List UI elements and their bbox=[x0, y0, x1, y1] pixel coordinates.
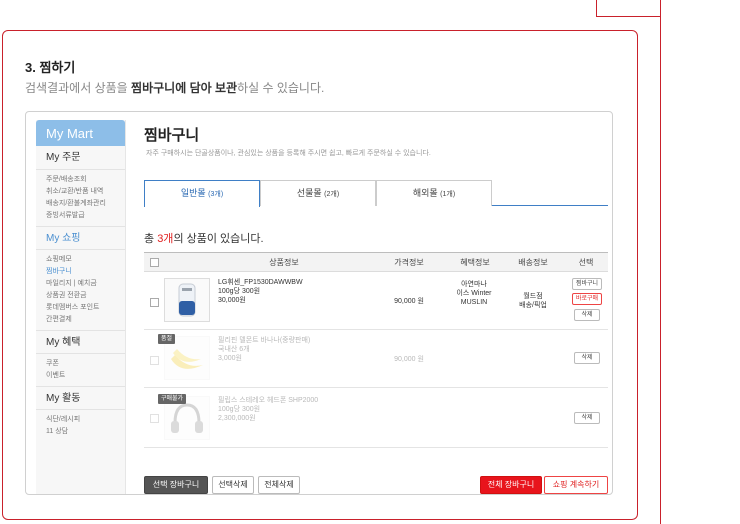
desc-bold: 찜바구니에 담아 보관 bbox=[131, 81, 238, 95]
sidebar-item[interactable]: 배송지/환불계좌관리 bbox=[46, 198, 125, 210]
product-origin: 국내산 6개 bbox=[218, 346, 250, 353]
header-product: 상품정보 bbox=[269, 258, 299, 267]
sidebar-section-activity[interactable]: My 활동 bbox=[36, 386, 125, 410]
total-text: 총 bbox=[144, 233, 158, 245]
select-cart-button[interactable]: 선택 장바구니 bbox=[144, 476, 208, 494]
row-checkbox[interactable] bbox=[150, 356, 159, 365]
benefit-text: 아연마나 bbox=[461, 281, 487, 288]
divider-line bbox=[596, 16, 660, 17]
select-all-checkbox[interactable] bbox=[150, 258, 159, 267]
product-name: 필리핀 델몬트 바나나(중량판매) bbox=[218, 337, 311, 344]
bottom-actions: 선택 장바구니 선택삭제 전체삭제 전체 장바구니 쇼핑 계속하기 bbox=[144, 476, 608, 494]
sidebar-item[interactable]: 11 상담 bbox=[46, 426, 125, 438]
header-shipping: 배송정보 bbox=[518, 258, 548, 267]
tab-count: (3개) bbox=[208, 191, 224, 198]
page-title: 찜바구니 bbox=[144, 127, 200, 144]
tab-count: (1개) bbox=[440, 191, 456, 198]
sidebar-item[interactable]: 취소/교환/반품 내역 bbox=[46, 186, 125, 198]
table-row: 품절 필리핀 델몬트 바나나(중량판매) 국내산 6개 3,000원 90,00… bbox=[144, 330, 608, 388]
divider-line bbox=[596, 0, 597, 16]
divider-line bbox=[660, 0, 661, 524]
price-info: 90,000 원 bbox=[394, 298, 424, 305]
wishlist-table: 상품정보 가격정보 혜택정보 배송정보 선택 LG휘센_FP1530DAWWBW… bbox=[144, 252, 608, 448]
sidebar-item[interactable]: 이벤트 bbox=[46, 370, 125, 382]
sold-out-badge: 품절 bbox=[158, 334, 176, 344]
total-text: 의 상품이 있습니다. bbox=[173, 233, 264, 245]
delete-all-button[interactable]: 전체삭제 bbox=[258, 476, 300, 494]
shipping-info: 월드점 배송/픽업 bbox=[508, 292, 558, 310]
section-description: 검색결과에서 상품을 찜바구니에 담아 보관하실 수 있습니다. bbox=[25, 79, 324, 96]
table-row: 구매불가 필립스 스테레오 헤드폰 SHP2000 100g당 300원 2,3… bbox=[144, 388, 608, 448]
benefit-text: MUSLIN bbox=[460, 299, 488, 306]
tab-count: (2개) bbox=[324, 191, 340, 198]
desc-text: 하실 수 있습니다. bbox=[237, 81, 325, 95]
ship-store: 월드점 bbox=[523, 293, 543, 300]
row-checkbox[interactable] bbox=[150, 298, 159, 307]
product-info: 필립스 스테레오 헤드폰 SHP2000 100g당 300원 2,300,00… bbox=[218, 396, 318, 423]
buy-now-button[interactable]: 바로구매 bbox=[572, 293, 602, 305]
tab-bar: 일반몰 (3개) 선물몰 (2개) 해외몰 (1개) bbox=[144, 180, 608, 207]
price-info: 90,000 원 bbox=[394, 356, 424, 363]
benefit-text: 이스 Winter bbox=[456, 290, 492, 297]
page-description: 자주 구매하시는 단골상품이나, 관심있는 상품을 등록해 주시면 쉽고, 빠르… bbox=[146, 150, 431, 157]
sidebar-item[interactable]: 증빙서류발급 bbox=[46, 210, 125, 222]
header-price: 가격정보 bbox=[394, 258, 424, 267]
tab-label: 선물몰 bbox=[296, 188, 322, 198]
product-info: LG휘센_FP1530DAWWBW 100g당 300원 30,000원 bbox=[218, 278, 303, 305]
sidebar-header: My Mart bbox=[36, 120, 125, 146]
product-name: 필립스 스테레오 헤드폰 SHP2000 bbox=[218, 397, 319, 404]
tab-general-mall[interactable]: 일반몰 (3개) bbox=[144, 180, 260, 207]
row-checkbox[interactable] bbox=[150, 414, 159, 423]
wishlist-main: 찜바구니 자주 구매하시는 단골상품이나, 관심있는 상품을 등록해 주시면 쉽… bbox=[144, 120, 608, 494]
product-price: 3,000원 bbox=[218, 355, 242, 362]
all-cart-button[interactable]: 전체 장바구니 bbox=[480, 476, 542, 494]
sidebar-section-shopping[interactable]: My 쇼핑 bbox=[36, 226, 125, 250]
continue-shopping-button[interactable]: 쇼핑 계속하기 bbox=[544, 476, 608, 494]
tab-gift-mall[interactable]: 선물몰 (2개) bbox=[260, 180, 376, 206]
unavailable-badge: 구매불가 bbox=[158, 394, 187, 404]
sidebar-item[interactable]: 쿠폰 bbox=[46, 358, 125, 370]
sidebar-item[interactable]: 마일리지 | 예치금 bbox=[46, 278, 125, 290]
sidebar-section-benefits[interactable]: My 혜택 bbox=[36, 330, 125, 354]
sidebar: My Mart My 주문 주문/배송조회 취소/교환/반품 내역 배송지/환불… bbox=[36, 120, 126, 494]
delete-button[interactable]: 삭제 bbox=[574, 412, 600, 424]
sidebar-item[interactable]: 상품권 전환금 bbox=[46, 290, 125, 302]
product-image[interactable] bbox=[164, 278, 210, 322]
header-benefit: 혜택정보 bbox=[460, 258, 490, 267]
sidebar-item[interactable]: 식단/레시피 bbox=[46, 414, 125, 426]
sidebar-item[interactable]: 주문/배송조회 bbox=[46, 174, 125, 186]
total-count: 총 3개의 상품이 있습니다. bbox=[144, 230, 264, 246]
product-info: 필리핀 델몬트 바나나(중량판매) 국내산 6개 3,000원 bbox=[218, 336, 310, 363]
table-row: LG휘센_FP1530DAWWBW 100g당 300원 30,000원 90,… bbox=[144, 272, 608, 330]
product-name[interactable]: LG휘센_FP1530DAWWBW bbox=[218, 278, 303, 287]
delete-button[interactable]: 삭제 bbox=[574, 352, 600, 364]
delete-button[interactable]: 삭제 bbox=[574, 309, 600, 321]
sidebar-section-order[interactable]: My 주문 bbox=[36, 146, 125, 170]
header-select: 선택 bbox=[578, 258, 594, 267]
tab-label: 해외몰 bbox=[412, 188, 438, 198]
product-price: 2,300,000원 bbox=[218, 415, 256, 422]
unit-price: 100g당 300원 bbox=[218, 406, 261, 413]
tab-label: 일반몰 bbox=[180, 188, 206, 198]
dehumidifier-icon bbox=[178, 283, 196, 317]
sidebar-item[interactable]: 간편결제 bbox=[46, 314, 125, 326]
select-delete-button[interactable]: 선택삭제 bbox=[212, 476, 254, 494]
table-header: 상품정보 가격정보 혜택정보 배송정보 선택 bbox=[144, 252, 608, 272]
section-card: 3. 찜하기 검색결과에서 상품을 찜바구니에 담아 보관하실 수 있습니다. … bbox=[2, 30, 638, 520]
ship-method: 배송/픽업 bbox=[519, 302, 547, 309]
desc-text: 검색결과에서 상품을 bbox=[25, 81, 132, 95]
sidebar-item[interactable]: 쇼핑메모 bbox=[46, 254, 125, 266]
sidebar-item[interactable]: 롯데멤버스 포인트 bbox=[46, 302, 125, 314]
screenshot-frame: My Mart My 주문 주문/배송조회 취소/교환/반품 내역 배송지/환불… bbox=[25, 111, 613, 495]
tab-overseas-mall[interactable]: 해외몰 (1개) bbox=[376, 180, 492, 206]
sidebar-item-wishlist[interactable]: 찜바구니 bbox=[46, 266, 125, 278]
unit-price: 100g당 300원 bbox=[218, 288, 261, 295]
section-title: 3. 찜하기 bbox=[25, 60, 76, 75]
total-number: 3개 bbox=[157, 233, 174, 245]
product-price: 30,000원 bbox=[218, 297, 246, 304]
add-to-cart-button[interactable]: 찜바구니 bbox=[572, 278, 602, 290]
benefit-info: 아연마나 이스 Winter MUSLIN bbox=[444, 280, 504, 307]
